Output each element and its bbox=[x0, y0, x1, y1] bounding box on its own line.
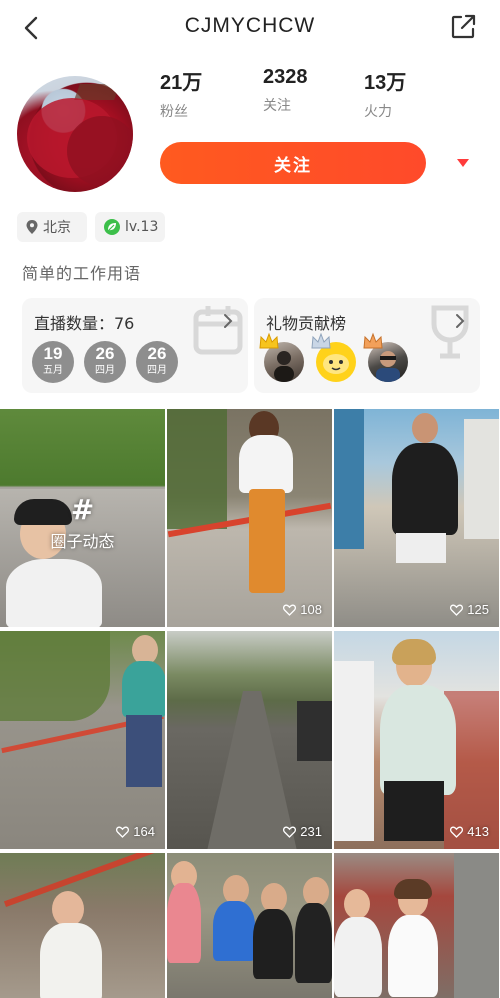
live-date-bubble: 19 五月 bbox=[32, 341, 74, 383]
share-icon[interactable] bbox=[448, 12, 478, 42]
gift-rank-avatar-2[interactable] bbox=[311, 332, 356, 382]
like-count-value: 164 bbox=[133, 824, 155, 839]
heart-icon bbox=[283, 826, 297, 838]
level-tag: lv.13 bbox=[95, 212, 165, 242]
like-count-value: 125 bbox=[467, 602, 489, 617]
location-tag: 北京 bbox=[17, 212, 87, 242]
live-count-card[interactable]: 直播数量：76 19 五月 26 四月 26 四月 bbox=[22, 298, 248, 393]
heart-icon bbox=[283, 604, 297, 616]
live-date-month: 四月 bbox=[147, 365, 167, 376]
page-title: CJMYCHCW bbox=[184, 14, 316, 37]
live-date-bubble: 26 四月 bbox=[136, 341, 178, 383]
post-tile[interactable]: 108 bbox=[167, 409, 332, 627]
location-text: 北京 bbox=[43, 220, 71, 236]
like-count-value: 413 bbox=[467, 824, 489, 839]
post-tile[interactable]: 164 bbox=[0, 631, 165, 849]
trophy-watermark-icon bbox=[420, 298, 480, 368]
post-tile[interactable] bbox=[167, 853, 332, 998]
stat-following-label: 关注 bbox=[263, 98, 291, 114]
circle-feed-tile[interactable]: # 圈子动态 bbox=[0, 409, 165, 627]
calendar-watermark-icon bbox=[188, 298, 248, 368]
post-tile[interactable]: 231 bbox=[167, 631, 332, 849]
stat-fans[interactable]: 21万 粉丝 bbox=[160, 66, 202, 121]
heart-icon bbox=[116, 826, 130, 838]
stat-firepower-value: 13万 bbox=[364, 72, 407, 94]
gift-rank-avatar-1[interactable] bbox=[259, 332, 304, 382]
dropdown-triangle-icon[interactable] bbox=[454, 154, 472, 172]
live-date-day: 19 bbox=[43, 344, 63, 363]
live-date-day: 26 bbox=[147, 344, 167, 363]
stat-fans-value: 21万 bbox=[160, 72, 203, 94]
bio-text: 简单的工作用语 bbox=[22, 264, 142, 283]
stat-firepower-label: 火力 bbox=[364, 104, 392, 120]
like-count: 125 bbox=[450, 602, 489, 617]
heart-icon bbox=[450, 604, 464, 616]
like-count-value: 231 bbox=[300, 824, 322, 839]
avatar[interactable] bbox=[17, 76, 133, 192]
crown-silver-icon bbox=[310, 332, 332, 350]
like-count: 164 bbox=[116, 824, 155, 839]
stat-firepower[interactable]: 13万 火力 bbox=[364, 66, 406, 121]
stat-following-value: 2328 bbox=[263, 66, 308, 88]
like-count: 108 bbox=[283, 602, 322, 617]
circle-feed-label: # 圈子动态 bbox=[0, 493, 165, 552]
stat-following[interactable]: 2328 关注 bbox=[263, 66, 308, 115]
gift-ranking-title: 礼物贡献榜 bbox=[266, 314, 347, 333]
post-tile[interactable] bbox=[0, 853, 165, 998]
level-leaf-icon bbox=[103, 218, 121, 236]
post-tile[interactable]: 125 bbox=[334, 409, 499, 627]
crown-bronze-icon bbox=[362, 332, 384, 350]
like-count: 231 bbox=[283, 824, 322, 839]
gift-ranking-card[interactable]: 礼物贡献榜 bbox=[254, 298, 480, 393]
gift-rank-avatar-3[interactable] bbox=[363, 332, 408, 382]
crown-gold-icon bbox=[258, 332, 280, 350]
heart-icon bbox=[450, 826, 464, 838]
live-date-month: 四月 bbox=[95, 365, 115, 376]
level-text: lv.13 bbox=[125, 219, 159, 235]
like-count-value: 108 bbox=[300, 602, 322, 617]
chevron-right-icon bbox=[454, 312, 466, 330]
stat-fans-label: 粉丝 bbox=[160, 104, 188, 120]
live-count-title: 直播数量：76 bbox=[34, 314, 135, 333]
follow-button[interactable]: 关注 bbox=[160, 142, 426, 184]
circle-hash-icon: # bbox=[70, 493, 95, 526]
post-tile[interactable] bbox=[334, 853, 499, 998]
live-date-day: 26 bbox=[95, 344, 115, 363]
live-date-month: 五月 bbox=[43, 365, 63, 376]
chevron-right-icon bbox=[222, 312, 234, 330]
live-date-bubble: 26 四月 bbox=[84, 341, 126, 383]
post-grid: # 圈子动态 108 125 164 231 413 bbox=[0, 409, 500, 998]
top-bar: CJMYCHCW bbox=[0, 0, 500, 56]
location-pin-icon bbox=[25, 219, 39, 235]
post-tile[interactable]: 413 bbox=[334, 631, 499, 849]
circle-feed-text: 圈子动态 bbox=[50, 532, 115, 551]
profile-stats: 21万 粉丝 2328 关注 13万 火力 bbox=[160, 66, 480, 121]
like-count: 413 bbox=[450, 824, 489, 839]
